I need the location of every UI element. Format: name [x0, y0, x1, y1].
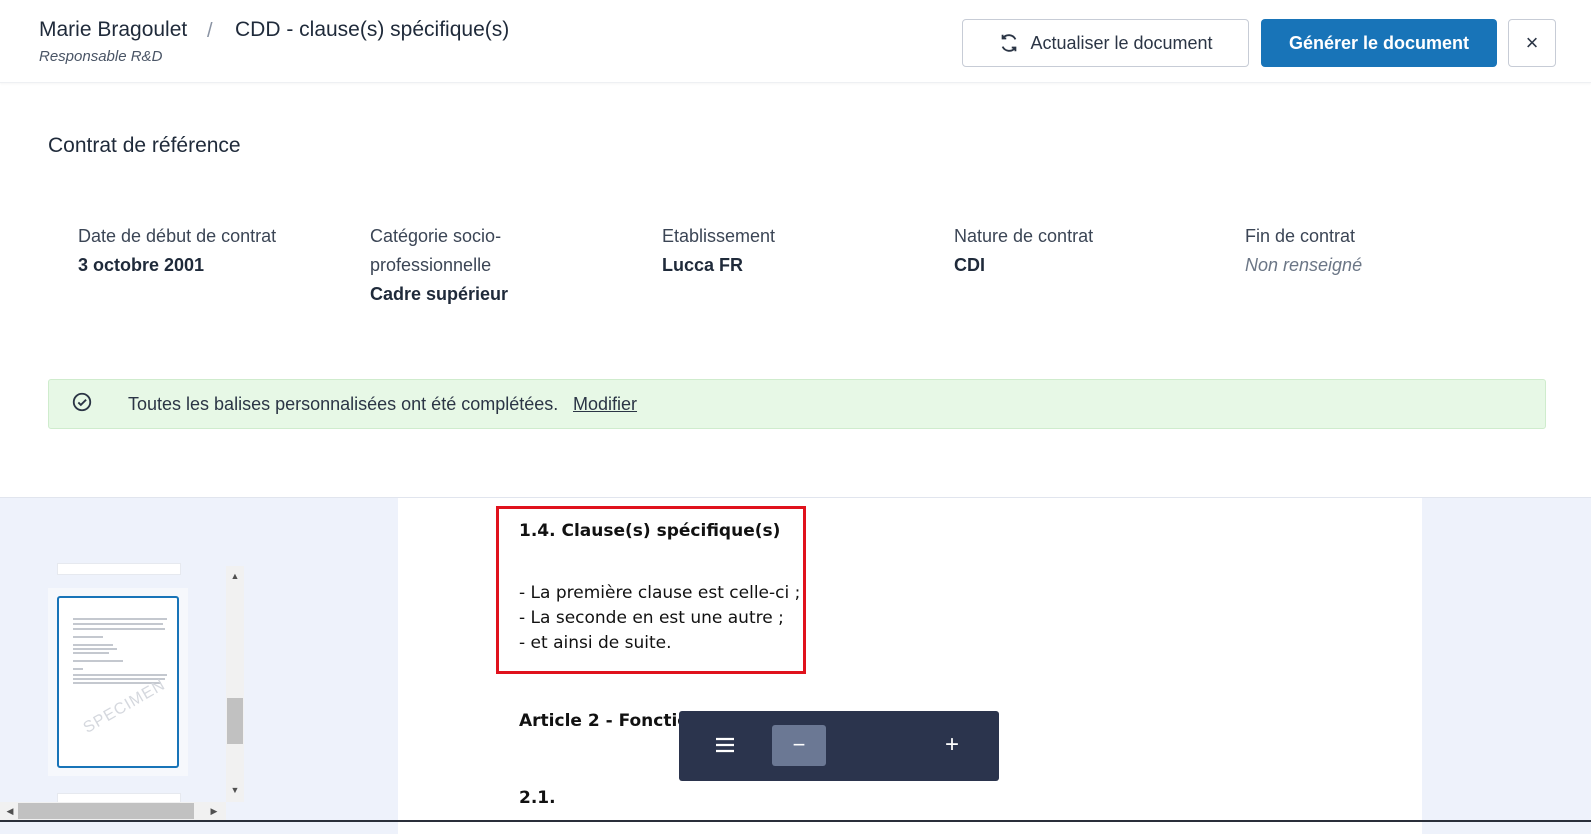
vertical-scrollbar[interactable]: ▲ ▼	[226, 566, 244, 802]
thumbnail-text-line	[73, 674, 167, 676]
scroll-up-icon[interactable]: ▲	[226, 568, 244, 584]
field-start-date: Date de début de contrat 3 octobre 2001	[78, 222, 338, 280]
zoom-in-button[interactable]: +	[941, 731, 963, 759]
thumbnail-text-line	[73, 652, 109, 654]
refresh-document-label: Actualiser le document	[1030, 32, 1213, 53]
employee-role: Responsable R&D	[39, 48, 163, 65]
menu-icon[interactable]	[713, 733, 737, 757]
field-value: 3 octobre 2001	[78, 255, 205, 275]
thumbnail-text-line	[73, 648, 117, 650]
section-title: Contrat de référence	[48, 134, 241, 157]
thumbnail-text-line	[73, 618, 167, 620]
field-socio-category: Catégorie socio-professionnelle Cadre su…	[370, 222, 560, 309]
field-label: Fin de contrat	[1245, 226, 1356, 246]
close-icon: ×	[1525, 30, 1539, 55]
thumbnail-text-line	[73, 636, 103, 638]
thumbnail-text-line	[73, 623, 163, 625]
field-label: Nature de contrat	[954, 226, 1094, 246]
thumbnail-text-line	[73, 628, 165, 630]
field-label: Date de début de contrat	[78, 226, 277, 246]
thumbnail-text-line	[73, 644, 113, 646]
breadcrumb-separator: /	[207, 20, 213, 42]
field-value: Non renseigné	[1245, 255, 1363, 275]
field-contract-end: Fin de contrat Non renseigné	[1245, 222, 1505, 280]
scrollbar-thumb[interactable]	[18, 803, 194, 819]
field-establishment: Etablissement Lucca FR	[662, 222, 922, 280]
thumbnail-text-line	[73, 660, 123, 662]
sub-heading: 2.1.	[519, 788, 556, 808]
bottom-border	[0, 820, 1591, 822]
field-value: CDI	[954, 255, 985, 275]
scroll-left-icon[interactable]: ◀	[2, 802, 18, 820]
field-label: Etablissement	[662, 226, 776, 246]
specimen-watermark: SPECIMEN	[80, 676, 169, 737]
field-label: Catégorie socio-professionnelle	[370, 226, 502, 275]
refresh-document-button[interactable]: Actualiser le document	[962, 19, 1249, 67]
horizontal-scrollbar[interactable]: ◀ ▶	[0, 802, 226, 820]
modify-link[interactable]: Modifier	[573, 394, 637, 415]
thumbnail-text-line	[73, 668, 83, 670]
field-value: Lucca FR	[662, 255, 744, 275]
field-contract-nature: Nature de contrat CDI	[954, 222, 1214, 280]
success-banner: Toutes les balises personnalisées ont ét…	[48, 379, 1546, 429]
check-circle-icon	[72, 392, 92, 412]
scroll-right-icon[interactable]: ▶	[206, 802, 222, 820]
zoom-toolbar: − +	[679, 711, 999, 781]
zoom-out-button[interactable]: −	[772, 725, 826, 766]
scroll-down-icon[interactable]: ▼	[226, 782, 244, 798]
scrollbar-thumb[interactable]	[227, 698, 243, 744]
field-value: Cadre supérieur	[370, 284, 509, 304]
generate-document-button[interactable]: Générer le document	[1261, 19, 1497, 67]
thumbnail-text-line	[73, 678, 165, 680]
clause-highlight-box	[496, 506, 806, 674]
document-title: CDD - clause(s) spécifique(s)	[235, 18, 510, 41]
banner-message: Toutes les balises personnalisées ont ét…	[128, 394, 559, 414]
employee-name[interactable]: Marie Bragoulet	[39, 18, 187, 42]
close-button[interactable]: ×	[1508, 19, 1556, 67]
thumbnail-current-page[interactable]: SPECIMEN	[57, 596, 179, 768]
top-header: Marie Bragoulet Responsable R&D / CDD - …	[0, 0, 1591, 83]
thumbnail-previous[interactable]	[57, 563, 181, 575]
refresh-icon	[1002, 34, 1017, 52]
